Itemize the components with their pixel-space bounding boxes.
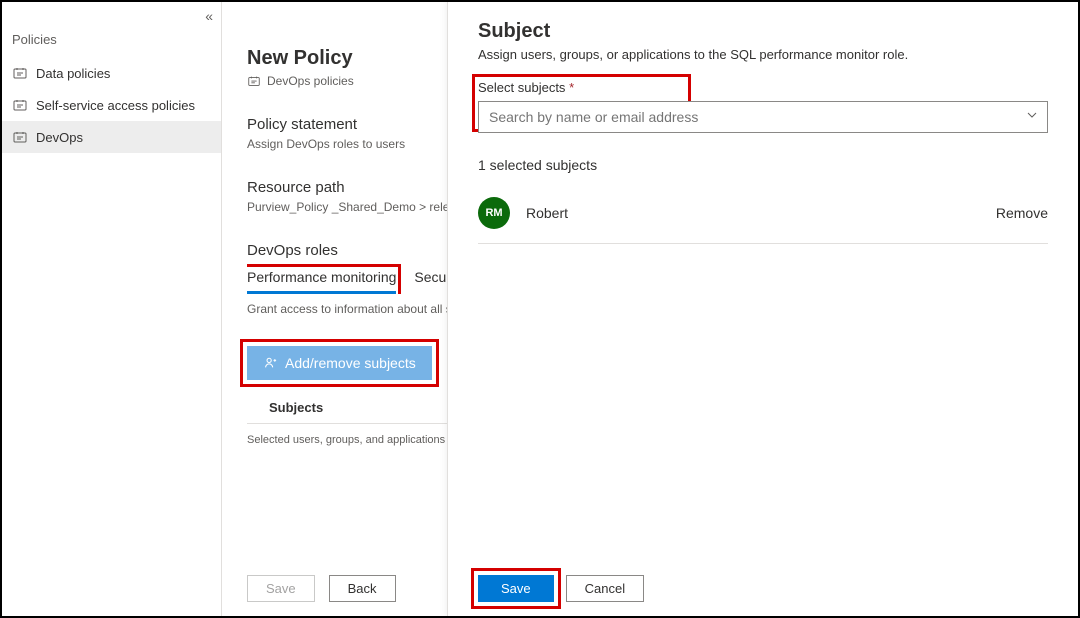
panel-title: Subject: [478, 20, 1048, 43]
select-subjects-label: Select subjects *: [478, 80, 1048, 95]
subjects-desc: Selected users, groups, and applications…: [247, 423, 447, 446]
subject-name: Robert: [526, 205, 996, 221]
add-remove-subjects-button[interactable]: Add/remove subjects: [247, 346, 432, 380]
sidebar-item-label: Data policies: [36, 66, 110, 81]
policy-icon: [12, 97, 28, 113]
sidebar-item-label: DevOps: [36, 130, 83, 145]
policy-icon: [247, 74, 261, 88]
sidebar-item-data-policies[interactable]: Data policies: [2, 57, 221, 89]
page-title: New Policy: [247, 47, 447, 70]
policy-statement-desc: Assign DevOps roles to users: [247, 137, 447, 151]
policy-statement-title: Policy statement: [247, 116, 447, 133]
resource-path-title: Resource path: [247, 179, 447, 196]
avatar: RM: [478, 197, 510, 229]
devops-roles-desc: Grant access to information about all se…: [247, 302, 447, 316]
person-icon: [263, 356, 277, 370]
save-button[interactable]: Save: [478, 575, 554, 602]
tab-security-auditing[interactable]: Security auditing: [414, 269, 447, 294]
panel-subtitle: Assign users, groups, or applications to…: [478, 47, 1048, 62]
policy-icon: [12, 65, 28, 81]
resource-path-desc: Purview_Policy _Shared_Demo > releclouds…: [247, 200, 447, 214]
policy-icon: [12, 129, 28, 145]
tab-performance-monitoring[interactable]: Performance monitoring: [247, 269, 396, 294]
breadcrumb[interactable]: DevOps policies: [247, 74, 447, 88]
sidebar-item-label: Self-service access policies: [36, 98, 195, 113]
devops-roles-title: DevOps roles: [247, 242, 447, 259]
cancel-button[interactable]: Cancel: [566, 575, 644, 602]
required-asterisk: *: [569, 80, 574, 95]
field-label-text: Select subjects: [478, 80, 565, 95]
subject-panel: Subject Assign users, groups, or applica…: [447, 2, 1078, 616]
subjects-header: Subjects: [269, 400, 447, 415]
save-button-main: Save: [247, 575, 315, 602]
main-column: New Policy DevOps policies Policy statem…: [222, 2, 447, 616]
sidebar-title: Policies: [2, 2, 221, 57]
selected-count: 1 selected subjects: [478, 157, 1048, 173]
search-subjects-input[interactable]: [478, 101, 1048, 133]
back-button[interactable]: Back: [329, 575, 396, 602]
sidebar-item-self-service[interactable]: Self-service access policies: [2, 89, 221, 121]
subject-row: RM Robert Remove: [478, 183, 1048, 244]
sidebar: « Policies Data policies Self-service ac…: [2, 2, 222, 616]
sidebar-item-devops[interactable]: DevOps: [2, 121, 221, 153]
collapse-sidebar-icon[interactable]: «: [205, 8, 213, 24]
breadcrumb-text: DevOps policies: [267, 74, 354, 88]
remove-link[interactable]: Remove: [996, 205, 1048, 221]
add-remove-label: Add/remove subjects: [285, 355, 416, 371]
